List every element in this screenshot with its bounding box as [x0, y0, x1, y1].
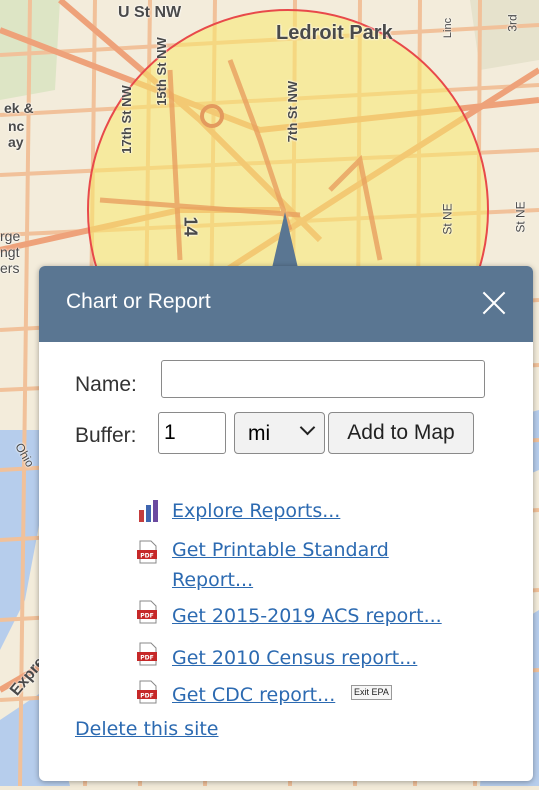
map-label-st-ne-1: St NE — [440, 203, 455, 235]
popup-header: Chart or Report — [39, 266, 533, 342]
cdc-report-link[interactable]: Get CDC report... — [172, 684, 335, 706]
svg-text:PDF: PDF — [140, 655, 153, 662]
popup-title: Chart or Report — [66, 290, 211, 313]
pdf-icon: PDF — [137, 680, 157, 704]
map-label-ers: ers — [0, 260, 20, 276]
buffer-label: Buffer: — [75, 424, 137, 447]
buffer-input[interactable] — [158, 412, 226, 454]
map-label-ay: ay — [8, 134, 24, 150]
map-label-17th-st: 17th St NW — [118, 85, 134, 154]
printable-report-link-line1[interactable]: Get Printable Standard — [172, 539, 389, 561]
bar-chart-icon — [139, 500, 158, 522]
close-icon[interactable] — [481, 290, 507, 316]
chart-report-popup: Chart or Report Name: Buffer: mi Add to … — [39, 266, 533, 781]
explore-reports-link[interactable]: Explore Reports... — [172, 500, 340, 522]
add-to-map-button[interactable]: Add to Map — [328, 412, 474, 454]
name-label: Name: — [75, 373, 137, 396]
svg-text:PDF: PDF — [140, 693, 153, 700]
map-label-ek: ek & — [4, 100, 34, 116]
map-label-3rd: 3rd — [505, 14, 520, 32]
chevron-down-icon — [299, 419, 316, 436]
pdf-icon: PDF — [137, 642, 157, 666]
census-report-link[interactable]: Get 2010 Census report... — [172, 647, 417, 669]
map-label-14: 14 — [180, 216, 201, 237]
map-label-ledroit-park: Ledroit Park — [276, 22, 393, 44]
map-label-rge: rge — [0, 228, 21, 244]
map-label-7th-st: 7th St NW — [285, 80, 301, 143]
svg-text:PDF: PDF — [140, 553, 153, 560]
printable-report-link-line2[interactable]: Report... — [172, 569, 253, 591]
acs-report-link[interactable]: Get 2015-2019 ACS report... — [172, 605, 442, 627]
exit-epa-badge[interactable]: Exit EPA — [351, 685, 392, 700]
popup-pointer — [272, 212, 298, 268]
svg-text:PDF: PDF — [140, 613, 153, 620]
map-label-ngt: ngt — [0, 244, 20, 260]
name-input[interactable] — [161, 360, 485, 398]
map-label-15th-st: 15th St NW — [153, 37, 169, 106]
unit-select-value: mi — [248, 422, 271, 445]
map-label-nc: nc — [8, 118, 25, 134]
pdf-icon: PDF — [137, 540, 157, 564]
pdf-icon: PDF — [137, 600, 157, 624]
map-label-u-st: U St NW — [118, 4, 182, 21]
map-label-st-ne-2: St NE — [513, 201, 528, 233]
delete-site-link[interactable]: Delete this site — [75, 718, 219, 740]
map-label-lincoln: Linc — [442, 17, 455, 39]
unit-select[interactable]: mi — [234, 412, 325, 454]
